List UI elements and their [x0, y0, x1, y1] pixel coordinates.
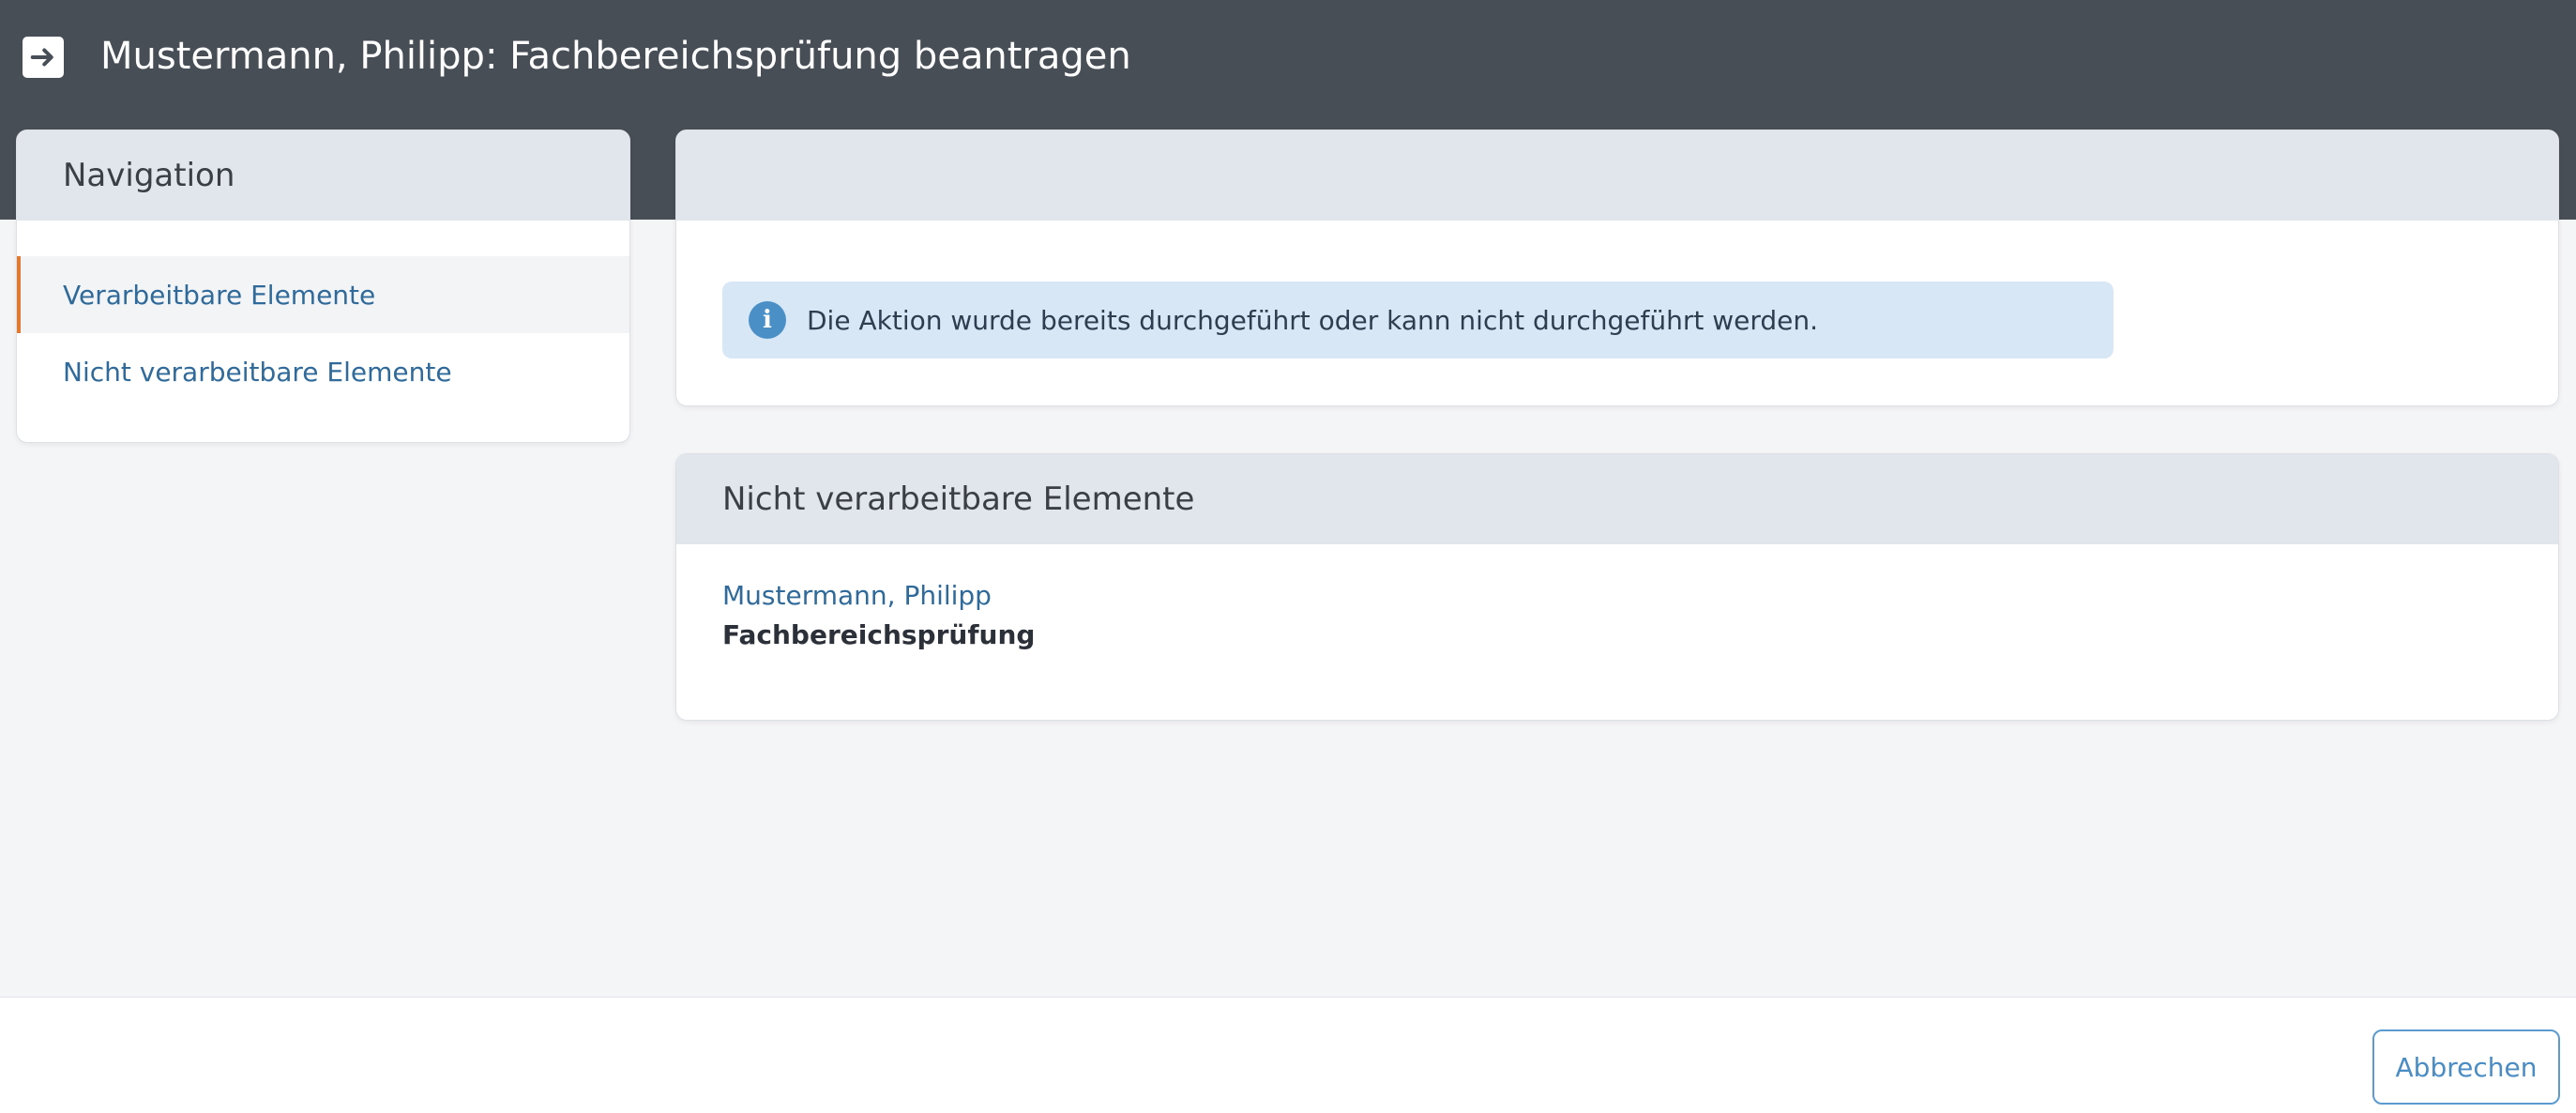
- alert-text: Die Aktion wurde bereits durchgeführt od…: [807, 304, 1819, 336]
- info-icon: i: [749, 301, 786, 339]
- title-bar: Mustermann, Philipp: Fachbereichsprüfung…: [0, 0, 2576, 113]
- action-panel: i Die Aktion wurde bereits durchgeführt …: [675, 130, 2559, 406]
- non-processable-panel: Nicht verarbeitbare Elemente Mustermann,…: [675, 453, 2559, 721]
- non-processable-heading: Nicht verarbeitbare Elemente: [676, 454, 2558, 544]
- info-alert: i Die Aktion wurde bereits durchgeführt …: [722, 282, 2114, 358]
- arrow-right-icon: [23, 37, 64, 78]
- nav-item-nicht-verarbeitbare-elemente[interactable]: Nicht verarbeitbare Elemente: [17, 333, 629, 410]
- person-link[interactable]: Mustermann, Philipp: [722, 576, 1035, 616]
- footer-bar: Abbrechen: [0, 997, 2576, 1113]
- navigation-list: Verarbeitbare Elemente Nicht verarbeitba…: [17, 256, 629, 410]
- navigation-panel: Navigation Verarbeitbare Elemente Nicht …: [16, 130, 630, 443]
- cancel-button[interactable]: Abbrechen: [2372, 1029, 2560, 1105]
- item-type-label: Fachbereichsprüfung: [722, 619, 1036, 650]
- navigation-heading: Navigation: [17, 130, 629, 221]
- list-item: Mustermann, Philipp Fachbereichsprüfung: [722, 576, 1035, 655]
- nav-item-verarbeitbare-elemente[interactable]: Verarbeitbare Elemente: [17, 256, 629, 333]
- action-panel-header: [676, 130, 2558, 221]
- page-title: Mustermann, Philipp: Fachbereichsprüfung…: [100, 35, 1131, 78]
